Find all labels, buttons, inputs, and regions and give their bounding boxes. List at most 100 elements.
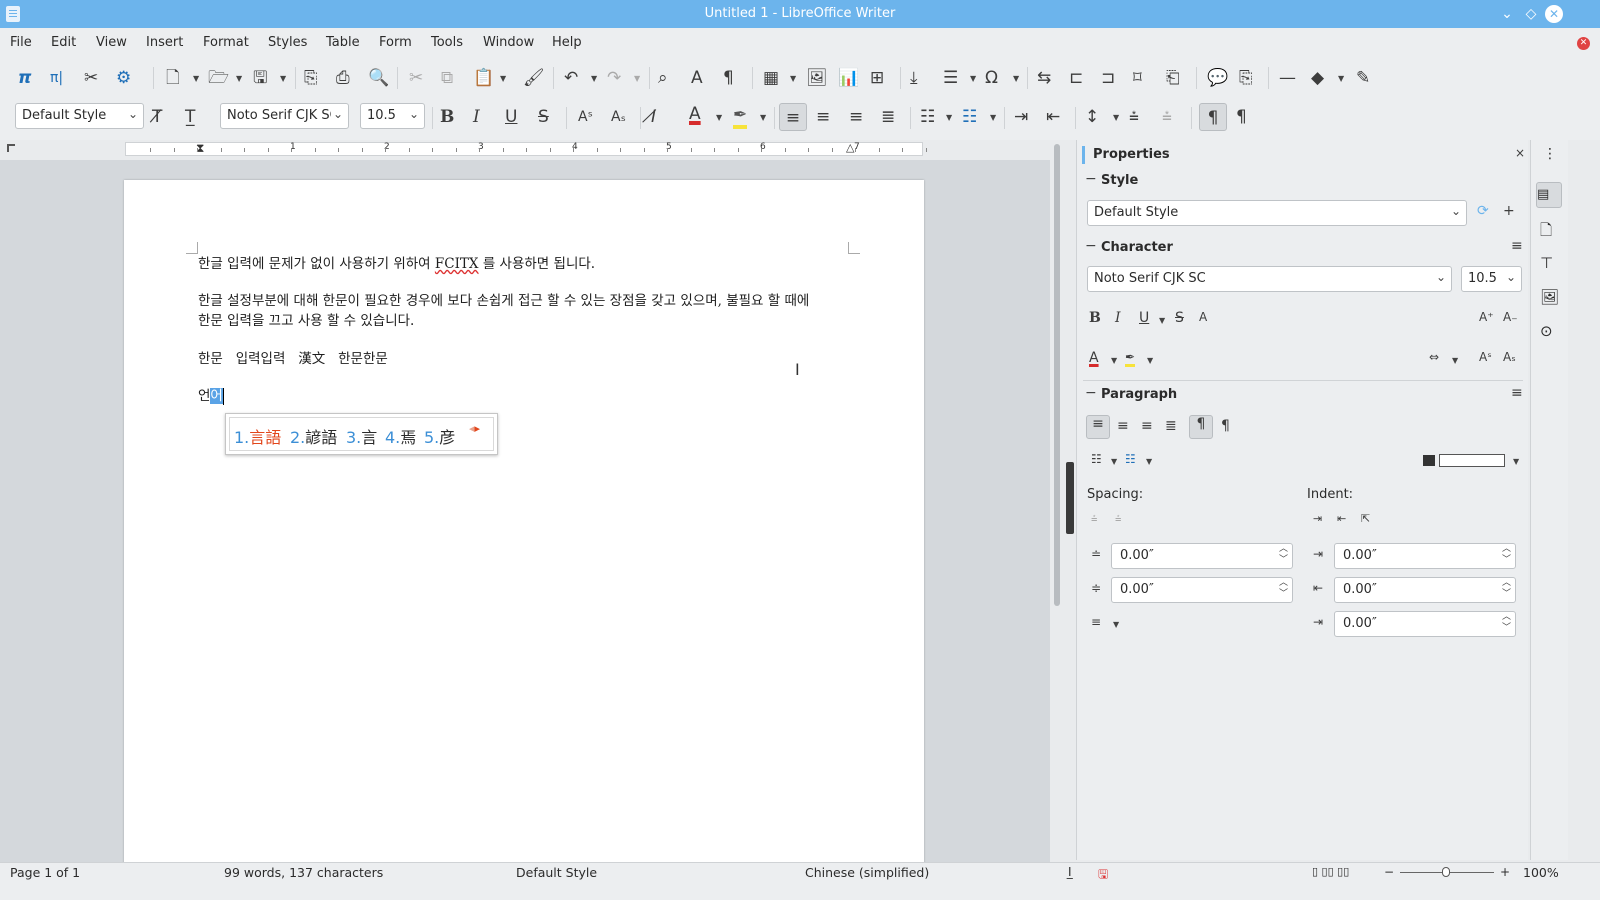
align-center-icon[interactable]: ≡ <box>1117 418 1129 434</box>
before-text-indent-field[interactable]: 0.00″ ︿ ﹀ <box>1334 543 1516 569</box>
ime-candidate-window[interactable]: 1.言語 2.諺語 3.言 4.焉 5.彦 ◂▸ <box>225 413 498 455</box>
menu-table[interactable]: Table <box>326 35 360 50</box>
italic-icon[interactable]: I <box>473 107 480 127</box>
clear-formatting-icon[interactable]: I̸ <box>651 107 656 127</box>
track-changes-icon[interactable]: ⎘ <box>1239 68 1253 88</box>
chevron-down-icon[interactable]: ▼ <box>236 74 242 83</box>
sidebar-font-name-combo[interactable]: Noto Serif CJK SC ⌄ <box>1087 266 1452 292</box>
right-to-left-icon[interactable]: ¶ <box>1221 418 1230 434</box>
copy-icon[interactable]: ⧉ <box>441 68 453 88</box>
word-count[interactable]: 99 words, 137 characters <box>224 865 383 880</box>
chevron-down-icon[interactable]: ⌄ <box>1506 270 1516 284</box>
open-folder-icon[interactable]: 🗁 <box>208 68 229 88</box>
vertical-scrollbar[interactable] <box>1054 144 1060 606</box>
underline-icon[interactable]: U <box>505 107 517 127</box>
italic-icon[interactable]: I <box>1115 310 1121 326</box>
sidebar-menu-icon[interactable]: ⋮ <box>1543 146 1557 162</box>
shrink-font-icon[interactable]: A₋ <box>1503 310 1518 324</box>
footnote-icon[interactable]: ⊏ <box>1069 68 1083 88</box>
spin-arrows[interactable]: ︿ ﹀ <box>1502 612 1511 634</box>
paste-icon[interactable]: 📋 <box>473 68 494 88</box>
styles-tab-icon[interactable]: ⊤ <box>1540 254 1553 272</box>
chevron-down-icon[interactable]: ⌄ <box>128 107 138 121</box>
new-document-icon[interactable]: 🗋 <box>166 68 180 88</box>
chevron-down-icon[interactable]: ▼ <box>280 74 286 83</box>
increase-indent-icon[interactable]: ⇥ <box>1014 107 1028 127</box>
increase-paragraph-spacing-icon[interactable]: ⩮ <box>1129 107 1139 127</box>
chevron-down-icon[interactable]: ▼ <box>1113 113 1119 122</box>
sidebar-collapse-handle[interactable] <box>1066 462 1074 534</box>
clone-formatting-icon[interactable]: 🖌 <box>523 68 545 88</box>
shadow-icon[interactable]: A <box>1199 310 1207 324</box>
new-style-icon[interactable]: T̲ <box>185 107 195 127</box>
collapse-style-icon[interactable]: − <box>1085 171 1097 187</box>
page-count[interactable]: Page 1 of 1 <box>10 865 80 880</box>
maximize-button[interactable]: ◇ <box>1521 4 1541 24</box>
menu-styles[interactable]: Styles <box>268 35 307 50</box>
left-to-right-button[interactable]: ¶ <box>1199 103 1227 131</box>
minimize-button[interactable]: ⌄ <box>1497 4 1517 24</box>
strikethrough-icon[interactable]: S <box>1175 310 1184 326</box>
chevron-down-icon[interactable]: ▼ <box>1146 457 1152 466</box>
menu-window[interactable]: Window <box>483 35 534 50</box>
paragraph-1[interactable]: 한글 입력에 문제가 없이 사용하기 위하여 FCITX 를 사용하면 됩니다. <box>198 254 595 274</box>
menu-file[interactable]: File <box>10 35 32 50</box>
document-page[interactable]: 한글 입력에 문제가 없이 사용하기 위하여 FCITX 를 사용하면 됩니다.… <box>124 180 924 870</box>
menu-view[interactable]: View <box>96 35 127 50</box>
update-style-icon[interactable]: T̸ <box>152 107 162 127</box>
find-replace-icon[interactable]: ⌕ <box>658 68 668 88</box>
formula-mode-icon[interactable]: π| <box>50 68 63 88</box>
menu-form[interactable]: Form <box>379 35 412 50</box>
chevron-down-icon[interactable]: ▼ <box>500 74 506 83</box>
misspelled-word[interactable]: FCITX <box>435 256 479 272</box>
sidebar-font-size-combo[interactable]: 10.5 ⌄ <box>1461 266 1522 292</box>
first-line-indent-field[interactable]: 0.00″ ︿ ﹀ <box>1334 611 1516 637</box>
highlight-color-icon[interactable]: ✒ <box>1125 350 1136 367</box>
bold-icon[interactable]: B <box>1089 310 1101 326</box>
page-tab-icon[interactable]: 🗋 <box>1540 220 1552 245</box>
highlight-color-icon[interactable]: ✒ <box>733 105 748 129</box>
unordered-list-icon[interactable]: ☷ <box>920 107 935 127</box>
spelling-icon[interactable]: A <box>691 68 703 88</box>
close-sidebar-icon[interactable]: × <box>1515 146 1525 160</box>
justify-icon[interactable]: ≣ <box>881 107 895 127</box>
menu-help[interactable]: Help <box>552 35 582 50</box>
chevron-down-icon[interactable]: ▼ <box>990 113 996 122</box>
chevron-down-icon[interactable]: ▼ <box>1452 356 1458 365</box>
zoom-slider-handle[interactable] <box>1442 867 1450 877</box>
chevron-down-icon[interactable]: ▼ <box>760 113 766 122</box>
below-paragraph-spacing-field[interactable]: 0.00″ ︿ ﹀ <box>1111 577 1293 603</box>
chevron-down-icon[interactable]: ▼ <box>1111 457 1117 466</box>
update-style-icon[interactable]: ⟳ <box>1477 203 1489 219</box>
text-language[interactable]: Chinese (simplified) <box>805 865 929 880</box>
insert-field-icon[interactable]: ☰ <box>943 68 958 88</box>
chevron-down-icon[interactable]: ▼ <box>1513 457 1519 466</box>
draw-icon[interactable]: ✎ <box>1356 68 1370 88</box>
undo-icon[interactable]: ↶ <box>564 68 578 88</box>
character-spacing-icon[interactable]: ⇔ <box>1429 350 1439 364</box>
decrease-paragraph-spacing-icon[interactable]: ⩮ <box>1162 107 1172 127</box>
export-pdf-icon[interactable]: ⎘ <box>304 68 318 88</box>
cross-reference-icon[interactable]: ⎗ <box>1166 68 1180 88</box>
paragraph-2-line-2[interactable]: 한문 입력을 끄고 사용 할 수 있습니다. <box>198 311 414 331</box>
candidate-2[interactable]: 2.諺語 <box>290 424 337 448</box>
strikethrough-icon[interactable]: S <box>538 107 549 127</box>
line-spacing-icon[interactable]: ↕ <box>1085 107 1099 127</box>
above-paragraph-spacing-field[interactable]: 0.00″ ︿ ﹀ <box>1111 543 1293 569</box>
chevron-down-icon[interactable]: ▼ <box>1147 356 1153 365</box>
after-text-indent-field[interactable]: 0.00″ ︿ ﹀ <box>1334 577 1516 603</box>
gallery-tab-icon[interactable]: 🖼 <box>1540 288 1559 306</box>
redo-icon[interactable]: ↷ <box>607 68 621 88</box>
next-page-icon[interactable]: ▸ <box>475 422 481 435</box>
status-page-style[interactable]: Default Style <box>516 865 597 880</box>
basic-shapes-icon[interactable]: ◆ <box>1311 68 1324 88</box>
hyperlink-icon[interactable]: ⇆ <box>1037 68 1051 88</box>
special-character-icon[interactable]: Ω <box>985 68 998 88</box>
paragraph-3[interactable]: 한문 입력입력 漢文 한문한문 <box>198 349 388 369</box>
scissors-tool-icon[interactable]: ✂ <box>84 68 98 88</box>
align-left-button[interactable]: ≡ <box>1086 415 1110 439</box>
unordered-list-icon[interactable]: ☷ <box>1091 452 1102 466</box>
zoom-out-icon[interactable]: − <box>1384 865 1394 879</box>
view-layout-icons[interactable]: ▯ ▯▯ ▯▯ <box>1312 865 1349 878</box>
save-icon[interactable]: 🖫 <box>253 68 267 88</box>
